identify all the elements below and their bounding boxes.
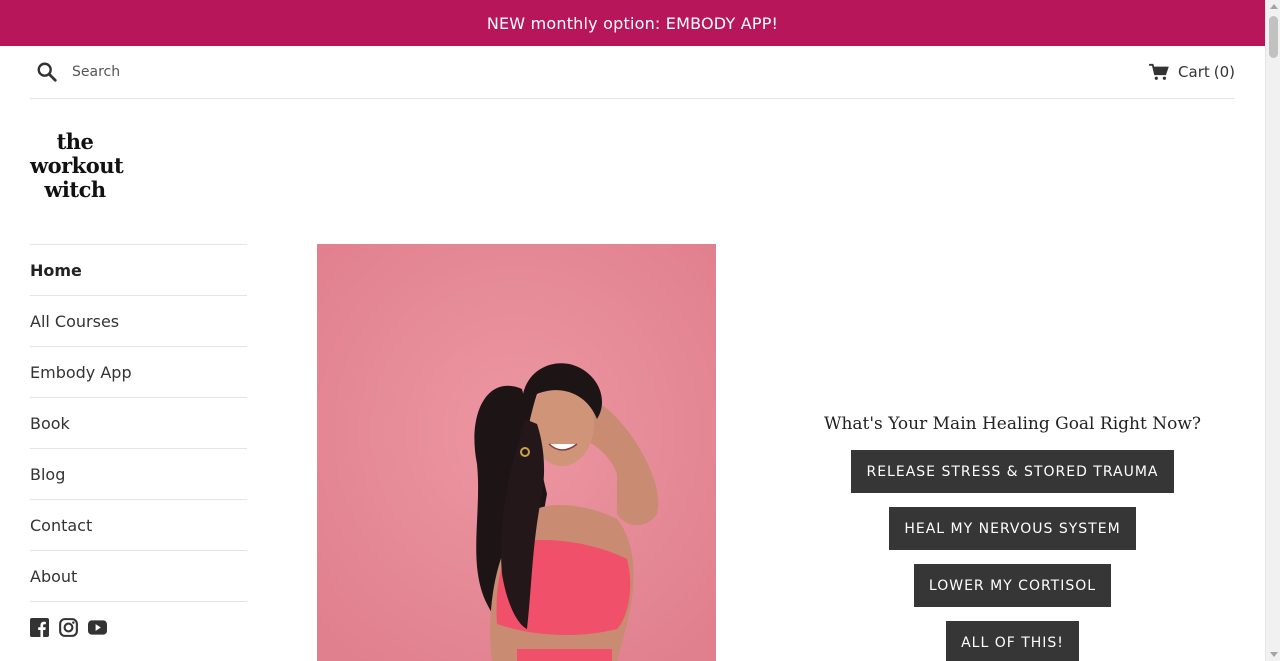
announcement-text[interactable]: NEW monthly option: EMBODY APP! xyxy=(487,14,778,33)
search-icon[interactable] xyxy=(36,61,58,83)
logo-line-1: the xyxy=(56,129,94,154)
option-all-of-this-button[interactable]: ALL OF THIS! xyxy=(946,621,1079,661)
hero-photo xyxy=(317,244,716,661)
social-links xyxy=(30,618,107,637)
sidebar-item-contact[interactable]: Contact xyxy=(30,500,247,551)
cart-icon xyxy=(1149,63,1169,80)
cart-count: (0) xyxy=(1213,63,1235,81)
sidebar-item-about[interactable]: About xyxy=(30,551,247,602)
sidebar-item-book[interactable]: Book xyxy=(30,398,247,449)
sidebar-item-label: Blog xyxy=(30,464,66,484)
sidebar-nav: Home All Courses Embody App Book Blog Co… xyxy=(30,244,247,602)
sidebar-item-label: About xyxy=(30,566,78,586)
woman-portrait-image xyxy=(317,244,716,661)
sidebar-item-all-courses[interactable]: All Courses xyxy=(30,296,247,347)
page-scrollbar[interactable] xyxy=(1265,0,1280,661)
search-input[interactable] xyxy=(72,64,272,80)
option-release-stress-button[interactable]: RELEASE STRESS & STORED TRAUMA xyxy=(851,450,1174,493)
sidebar-item-embody-app[interactable]: Embody App xyxy=(30,347,247,398)
sidebar-item-label: Embody App xyxy=(30,362,132,382)
youtube-icon[interactable] xyxy=(88,618,107,637)
logo-line-3: witch xyxy=(44,177,106,202)
logo-line-2: workout xyxy=(30,153,124,178)
sidebar-item-label: All Courses xyxy=(30,311,120,331)
sidebar-item-label: Home xyxy=(30,260,82,280)
option-lower-cortisol-button[interactable]: LOWER MY CORTISOL xyxy=(913,564,1112,607)
scroll-up-icon[interactable] xyxy=(1270,4,1278,9)
sidebar-item-home[interactable]: Home xyxy=(30,245,247,296)
site-logo[interactable]: the workout witch xyxy=(30,129,124,202)
scroll-down-icon[interactable] xyxy=(1270,652,1278,657)
announcement-bar[interactable]: NEW monthly option: EMBODY APP! xyxy=(0,0,1265,46)
cart-label: Cart xyxy=(1178,63,1210,81)
header-bar: Cart (0) xyxy=(30,46,1235,99)
scrollbar-thumb[interactable] xyxy=(1269,16,1278,58)
cart-link[interactable]: Cart (0) xyxy=(1148,63,1235,81)
sidebar-item-label: Contact xyxy=(30,515,93,535)
sidebar-item-label: Book xyxy=(30,413,70,433)
sidebar-item-blog[interactable]: Blog xyxy=(30,449,247,500)
instagram-icon[interactable] xyxy=(59,618,78,637)
healing-goal-quiz: What's Your Main Healing Goal Right Now?… xyxy=(790,414,1235,661)
option-heal-nervous-system-button[interactable]: HEAL MY NERVOUS SYSTEM xyxy=(889,507,1136,550)
quiz-title: What's Your Main Healing Goal Right Now? xyxy=(824,414,1201,434)
facebook-icon[interactable] xyxy=(30,618,49,637)
search-form xyxy=(30,61,272,83)
